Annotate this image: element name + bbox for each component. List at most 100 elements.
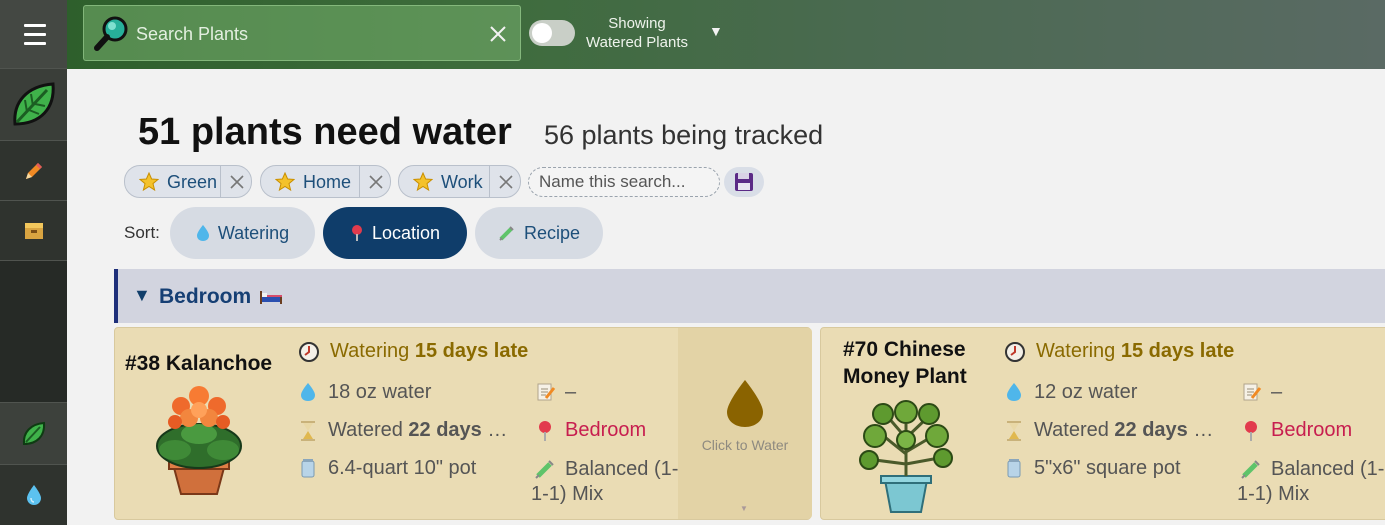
close-icon — [230, 175, 244, 189]
expand-caret-icon[interactable]: ▼ — [740, 504, 748, 513]
watering-status: Watering 15 days late — [1036, 340, 1234, 363]
floppy-disk-icon — [735, 173, 753, 191]
watering-status: Watering 15 days late — [330, 340, 528, 363]
water-drop-icon — [727, 380, 763, 427]
notes-icon — [1243, 383, 1262, 401]
pot-jar-icon — [301, 459, 315, 478]
leaf-logo-icon — [12, 81, 55, 126]
clear-search-icon[interactable] — [488, 24, 508, 44]
plant-location[interactable]: Bedroom — [1271, 419, 1385, 442]
sidebar — [0, 0, 67, 525]
archive-button[interactable] — [0, 201, 67, 261]
pin-icon — [539, 421, 551, 441]
plant-notes: – — [1271, 381, 1283, 403]
sidebar-spacer — [0, 261, 67, 403]
watering-view-button[interactable] — [0, 465, 67, 525]
plant-card[interactable]: #38 Kalanchoe Watering 15 days late 18 o… — [114, 327, 812, 520]
click-to-water-button[interactable]: Click to Water ▼ — [678, 328, 812, 519]
plant-card[interactable]: #70 Chinese Money Plant Watering 15 days… — [820, 327, 1385, 520]
group-title: Bedroom — [159, 285, 252, 308]
leaf-icon — [22, 421, 45, 445]
collapse-caret-icon[interactable]: ▼ — [133, 285, 151, 306]
edit-button[interactable] — [0, 141, 67, 201]
magnifier-icon — [94, 16, 128, 51]
plant-location[interactable]: Bedroom — [565, 419, 671, 442]
status-prefix: Watering — [330, 340, 415, 362]
bed-icon — [260, 291, 282, 304]
sort-watering-label: Watering — [217, 222, 290, 243]
droplet-icon — [1007, 383, 1021, 401]
sort-watering-button[interactable]: Watering — [170, 207, 315, 259]
droplet-icon — [26, 485, 41, 505]
save-search-button[interactable] — [724, 167, 764, 197]
clock-icon — [299, 342, 319, 362]
search-box — [83, 5, 521, 61]
soil-recipe: Balanced (1-1-1) Mix — [531, 458, 679, 505]
tracked-count: 56 plants being tracked — [544, 120, 824, 150]
kalanchoe-plant-icon — [156, 386, 242, 495]
chinese-money-plant-icon — [859, 400, 953, 513]
plants-view-button[interactable] — [0, 403, 67, 465]
notes-icon — [537, 383, 556, 401]
name-search-input[interactable] — [528, 167, 720, 197]
toggle-label: Showing Watered Plants — [586, 15, 688, 51]
main-content: 51 plants need water 56 plants being tra… — [67, 69, 1385, 525]
search-input[interactable] — [136, 22, 476, 46]
toggle-knob — [532, 23, 552, 43]
chip-label: Green — [167, 172, 218, 192]
pot-jar-icon — [1007, 459, 1021, 478]
clock-icon — [1005, 342, 1025, 362]
show-watered-toggle[interactable] — [529, 20, 575, 46]
star-icon — [275, 172, 295, 192]
star-icon — [139, 172, 159, 192]
status-prefix: Watering — [1036, 340, 1121, 362]
water-amount: 12 oz water — [1034, 381, 1138, 403]
sort-recipe-button[interactable]: Recipe — [475, 207, 603, 259]
last-watered: Watered 22 days ago — [328, 419, 516, 442]
droplet-icon — [301, 383, 315, 401]
last-watered: Watered 22 days ago — [1034, 419, 1222, 442]
hamburger-icon — [24, 24, 46, 27]
app-logo-button[interactable] — [0, 69, 67, 141]
chip-label: Home — [303, 172, 352, 192]
pot-size: 5"x6" square pot — [1034, 457, 1181, 479]
remove-chip-button[interactable] — [359, 166, 391, 197]
sort-recipe-label: Recipe — [523, 222, 581, 243]
sort-location-label: Location — [371, 222, 441, 243]
menu-button[interactable] — [0, 0, 67, 69]
soil-recipe: Balanced (1-1-1) Mix — [1237, 458, 1385, 505]
watered-prefix: Watered — [1034, 419, 1115, 441]
pot-size: 6.4-quart 10" pot — [328, 457, 477, 479]
watered-days: 22 days ago — [408, 419, 516, 441]
page-title: 51 plants need water — [138, 111, 512, 153]
hourglass-icon — [1007, 421, 1021, 441]
plant-name: #70 Chinese Money Plant — [843, 338, 967, 388]
star-icon — [413, 172, 433, 192]
saved-search-chip[interactable]: Work — [398, 165, 521, 198]
status-days-late: 15 days late — [1120, 340, 1235, 362]
location-group-header[interactable]: ▼ Bedroom — [114, 269, 1385, 323]
droplet-icon — [196, 225, 209, 241]
click-to-water-label: Click to Water — [701, 437, 789, 453]
saved-search-chip[interactable]: Green — [124, 165, 252, 198]
pencil-icon — [25, 162, 42, 179]
saved-search-chip[interactable]: Home — [260, 165, 391, 198]
hamburger-icon-bar — [24, 33, 46, 36]
chip-label: Work — [441, 172, 483, 192]
close-icon — [499, 175, 513, 189]
remove-chip-button[interactable] — [489, 166, 521, 197]
archive-box-icon — [24, 222, 43, 239]
plant-notes: – — [565, 381, 577, 403]
syringe-icon — [499, 226, 514, 241]
plant-name: #38 Kalanchoe — [125, 352, 273, 375]
pin-icon — [1245, 421, 1257, 441]
close-icon — [369, 175, 383, 189]
sort-label: Sort: — [124, 223, 160, 242]
watered-prefix: Watered — [328, 419, 409, 441]
status-days-late: 15 days late — [414, 340, 529, 362]
filter-dropdown-icon[interactable]: ▼ — [709, 23, 723, 39]
sort-location-button[interactable]: Location — [323, 207, 467, 259]
hamburger-icon-bar — [24, 42, 46, 45]
remove-chip-button[interactable] — [220, 166, 252, 197]
watered-days: 22 days ago — [1114, 419, 1222, 441]
